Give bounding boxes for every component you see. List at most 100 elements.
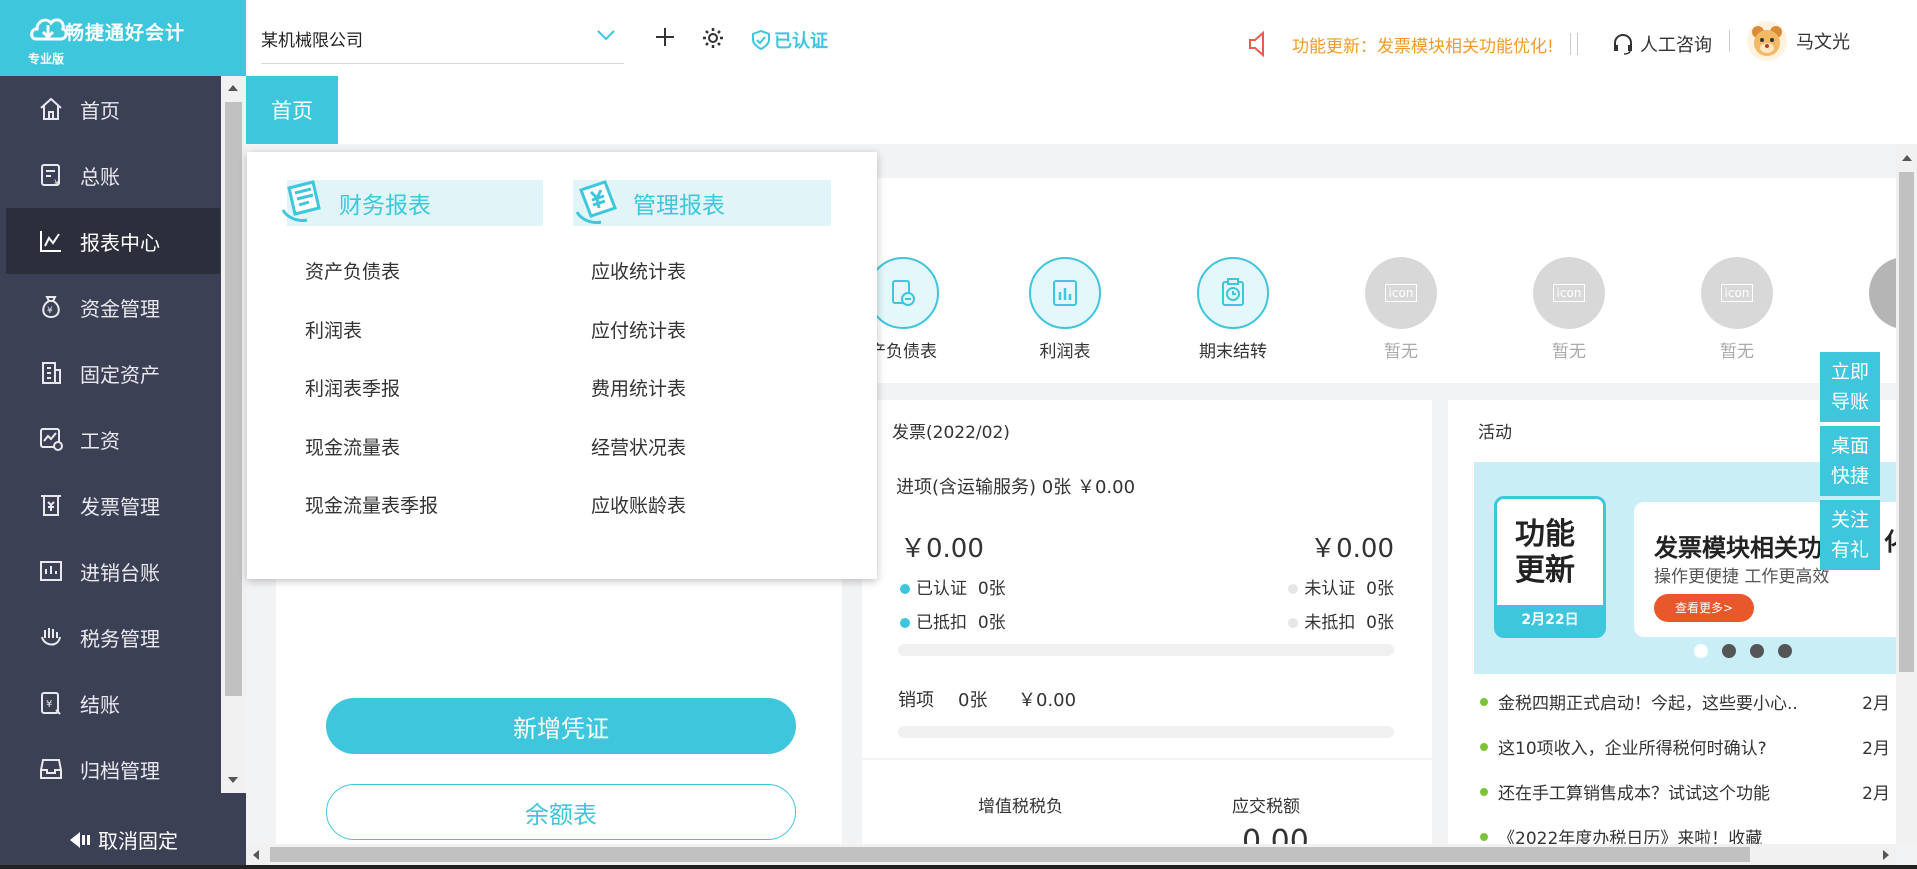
tax-due-label: 应交税额: [1232, 797, 1300, 817]
top-bar: 某机械限公司 已认证 功能更新：发票模块相关功能优化! 人工咨询 马文光: [246, 0, 1917, 76]
window-bottom-edge: [0, 865, 1917, 869]
scroll-down-icon[interactable]: [227, 776, 239, 784]
sidebar-item-fixed-assets[interactable]: 固定资产: [6, 340, 220, 406]
news-item[interactable]: 《2022年度办税日历》来啦！收藏: [1480, 824, 1896, 844]
cloud-logo-icon: [30, 18, 68, 41]
user-menu[interactable]: 马文光: [1746, 20, 1850, 62]
scroll-up-icon[interactable]: [227, 84, 239, 92]
sidebar-item-label: 税务管理: [80, 626, 160, 651]
menu-item-cash-flow[interactable]: 现金流量表: [305, 433, 400, 460]
undeducted-stat: 未抵扣 0张: [1288, 608, 1394, 633]
sidebar-item-label: 首页: [80, 98, 120, 123]
quick-access-label: 暂无: [1384, 342, 1418, 362]
certified-badge[interactable]: 已认证: [752, 27, 828, 53]
notice-divider: [1569, 33, 1571, 55]
notice-text: 功能更新：发票模块相关功能优化!: [1292, 36, 1554, 57]
float-import-button[interactable]: 立即 导账: [1820, 352, 1880, 422]
pager-dot[interactable]: [1750, 644, 1764, 658]
sidebar-item-label: 总账: [80, 164, 120, 189]
yuan-document-icon: [575, 180, 617, 224]
quick-access-period-end[interactable]: 期末结转: [1188, 257, 1278, 362]
sidebar-scrollbar-thumb[interactable]: [225, 102, 242, 696]
pager-dot[interactable]: [1694, 644, 1708, 658]
salary-icon: [36, 424, 66, 454]
sidebar-item-funds[interactable]: ¥ 资金管理: [6, 274, 220, 340]
float-desktop-shortcut-button[interactable]: 桌面 快捷: [1820, 426, 1880, 496]
menu-item-expense-stats[interactable]: 费用统计表: [591, 374, 686, 401]
float-follow-gift-button[interactable]: 关注 有礼: [1820, 500, 1880, 570]
sidebar-item-ledger[interactable]: ¥ 总账: [6, 142, 220, 208]
menu-item-receivables-stats[interactable]: 应收统计表: [591, 257, 686, 284]
brand-edition: 专业版: [28, 52, 65, 66]
sidebar-item-label: 发票管理: [80, 494, 160, 519]
balance-sheet-button[interactable]: 余额表: [326, 784, 796, 840]
company-select[interactable]: 某机械限公司: [261, 26, 624, 64]
main-horizontal-scrollbar[interactable]: [246, 844, 1896, 865]
invoice-in-amount: ￥0.00: [900, 534, 984, 564]
quick-access-empty[interactable]: icon 暂无: [1692, 257, 1782, 362]
money-bag-icon: ¥: [36, 292, 66, 322]
unpin-button[interactable]: 取消固定: [0, 810, 246, 869]
scroll-up-icon[interactable]: [1901, 154, 1913, 162]
tab-bar: 首页: [246, 76, 1917, 144]
consult-button[interactable]: 人工咨询: [1612, 31, 1712, 57]
sidebar-item-archive[interactable]: 归档管理: [6, 736, 220, 802]
placeholder-icon: icon: [1365, 257, 1437, 329]
sidebar-item-home[interactable]: 首页: [6, 76, 220, 142]
sidebar-scrollbar[interactable]: [221, 76, 246, 793]
main-vertical-scrollbar[interactable]: [1896, 144, 1917, 844]
financial-reports-header: 财务报表: [281, 180, 543, 226]
news-item[interactable]: 金税四期正式启动！今起，这些要小心.. 2月: [1480, 689, 1896, 714]
menu-item-receivables-aging[interactable]: 应收账龄表: [591, 491, 686, 518]
banner-pager[interactable]: [1694, 644, 1792, 658]
menu-item-income-statement[interactable]: 利润表: [305, 316, 362, 343]
gear-icon[interactable]: [701, 26, 725, 50]
sidebar-item-salary[interactable]: 工资: [6, 406, 220, 472]
status-dot: [1288, 584, 1299, 594]
banner-more-button[interactable]: 查看更多>: [1654, 594, 1754, 622]
menu-item-income-quarterly[interactable]: 利润表季报: [305, 374, 400, 401]
closing-icon: ¥: [36, 688, 66, 718]
menu-item-balance-sheet[interactable]: 资产负债表: [305, 257, 400, 284]
quick-access-empty[interactable]: icon 暂无: [1524, 257, 1614, 362]
scroll-right-icon[interactable]: [1882, 849, 1890, 861]
tab-home[interactable]: 首页: [246, 76, 338, 144]
news-item[interactable]: 这10项收入，企业所得税何时确认? 2月: [1480, 734, 1896, 759]
menu-item-payables-stats[interactable]: 应付统计表: [591, 316, 686, 343]
vertical-scrollbar-thumb[interactable]: [1899, 172, 1914, 672]
sidebar-item-invoice[interactable]: 发票管理: [6, 472, 220, 538]
brand-name: 畅捷通好会计: [65, 22, 186, 44]
new-voucher-button[interactable]: 新增凭证: [326, 698, 796, 754]
invoice-out-amount: ￥0.00: [1310, 534, 1394, 564]
update-notice[interactable]: 功能更新：发票模块相关功能优化!: [1246, 30, 1578, 58]
banner-big-text: 功能 更新: [1515, 517, 1575, 588]
quick-access-income[interactable]: 利润表: [1020, 257, 1110, 362]
unpin-label: 取消固定: [98, 829, 178, 853]
menu-item-cash-flow-quarterly[interactable]: 现金流量表季报: [305, 491, 438, 518]
brand-logo[interactable]: 畅捷通好会计 专业版: [0, 0, 246, 76]
consult-label: 人工咨询: [1640, 35, 1712, 56]
pager-dot[interactable]: [1778, 644, 1792, 658]
add-icon[interactable]: [654, 26, 676, 48]
quick-access-empty[interactable]: icon 暂无: [1356, 257, 1446, 362]
sidebar-item-reports[interactable]: 报表中心: [6, 208, 220, 274]
sidebar-item-label: 固定资产: [80, 362, 160, 387]
banner-title-overflow: 化: [1884, 522, 1896, 557]
scroll-left-icon[interactable]: [252, 849, 260, 861]
horizontal-scrollbar-thumb[interactable]: [270, 847, 1750, 862]
sidebar-item-tax[interactable]: 税务管理: [6, 604, 220, 670]
sidebar-item-inventory[interactable]: 进销台账: [6, 538, 220, 604]
management-reports-header: 管理报表: [573, 180, 831, 226]
quick-access-settings[interactable]: 设: [1860, 257, 1896, 362]
bullet: [1480, 787, 1488, 796]
banner-title: 发票模块相关功: [1654, 534, 1822, 562]
news-item[interactable]: 还在手工算销售成本？试试这个功能 2月: [1480, 779, 1896, 804]
ledger-icon: ¥: [36, 160, 66, 190]
status-dot: [900, 618, 910, 628]
pager-dot[interactable]: [1722, 644, 1736, 658]
sidebar-item-label: 结账: [80, 692, 120, 717]
tax-card: 增值税税负 应交税额 0.00: [862, 760, 1432, 844]
sidebar-item-closing[interactable]: ¥ 结账: [6, 670, 220, 736]
quick-access-label: 暂无: [1552, 342, 1586, 362]
menu-item-operating-status[interactable]: 经营状况表: [591, 433, 686, 460]
